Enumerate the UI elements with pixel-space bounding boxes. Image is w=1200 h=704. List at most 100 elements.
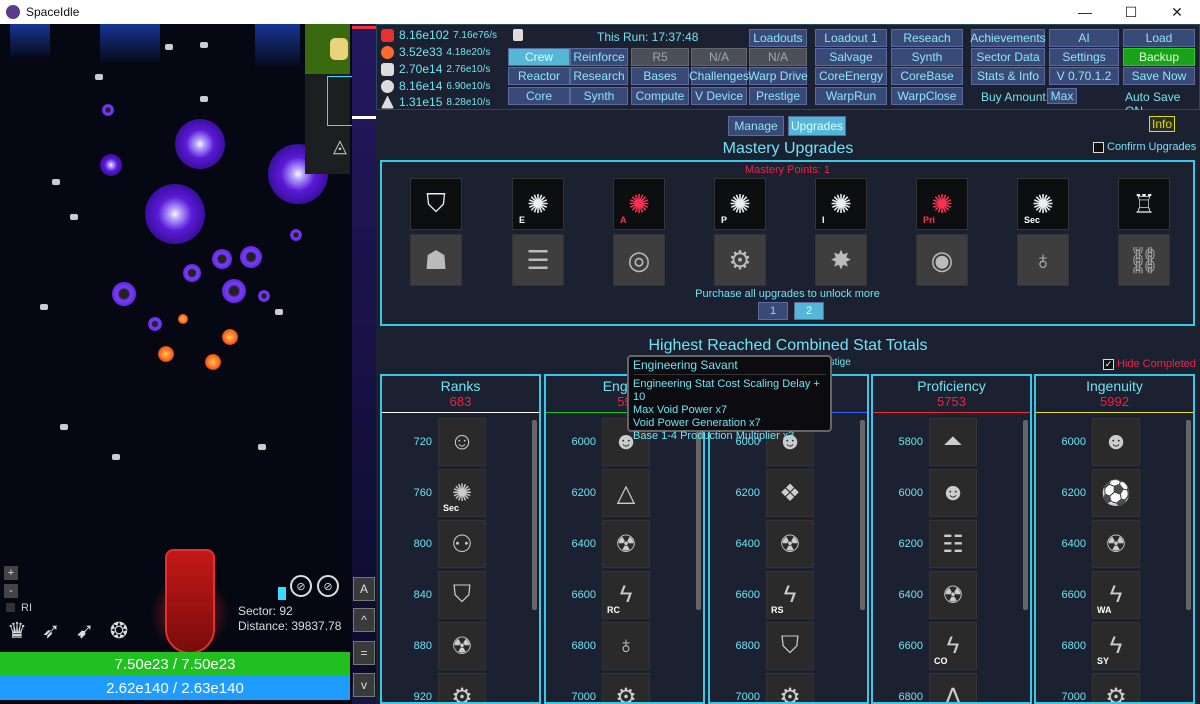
power-brain-icon[interactable]: ✺ P bbox=[714, 178, 766, 230]
core-energy-button[interactable]: CoreEnergy bbox=[815, 67, 887, 85]
vortex-icon[interactable]: ◎ bbox=[613, 234, 665, 286]
r5-button[interactable]: R5 bbox=[631, 48, 689, 66]
attack-brain-icon[interactable]: ✺ A bbox=[613, 178, 665, 230]
crew-button[interactable]: Crew bbox=[508, 48, 570, 66]
intel-brain-icon[interactable]: ✺ I bbox=[815, 178, 867, 230]
pyramid-icon[interactable]: ⏶ bbox=[929, 418, 977, 466]
backup-button[interactable]: Backup bbox=[1123, 48, 1195, 66]
challenges-button[interactable]: Challenges bbox=[689, 67, 749, 85]
close-button[interactable]: ✕ bbox=[1154, 0, 1200, 24]
crown-weapon-icon[interactable]: ♛ bbox=[2, 616, 32, 646]
gear-icon[interactable]: ⚙ bbox=[1092, 673, 1140, 702]
bio-icon[interactable]: ☢ bbox=[1092, 520, 1140, 568]
person-icon[interactable]: ☻ bbox=[929, 469, 977, 517]
auto-button[interactable]: A bbox=[353, 577, 375, 601]
bolt-icon[interactable]: ϟ CO bbox=[929, 622, 977, 670]
chevron-badge-icon[interactable]: ❖ bbox=[766, 469, 814, 517]
rank-badge-icon[interactable]: ⛉ bbox=[766, 622, 814, 670]
selected-slot[interactable] bbox=[327, 76, 352, 126]
research-button[interactable]: Research bbox=[570, 67, 628, 85]
settings-button[interactable]: Settings bbox=[1049, 48, 1119, 66]
warp-close-button[interactable]: WarpClose bbox=[891, 87, 963, 105]
upgrades-tab[interactable]: Upgrades bbox=[788, 116, 846, 136]
rank-badge-icon[interactable]: ⛉ bbox=[410, 178, 462, 230]
triangle-icon[interactable]: ◬ bbox=[333, 136, 351, 156]
scroll-up-button[interactable]: ^ bbox=[353, 608, 375, 632]
bolt-icon[interactable]: ϟ RS bbox=[766, 571, 814, 619]
loadout-1-button[interactable]: Loadout 1 bbox=[815, 29, 887, 47]
page-1-button[interactable]: 1 bbox=[758, 302, 788, 320]
reseach-button[interactable]: Reseach bbox=[891, 29, 963, 47]
no-missile-icon[interactable]: ⊘ bbox=[290, 575, 312, 597]
na-button-1[interactable]: N/A bbox=[691, 48, 747, 66]
stats-info-button[interactable]: Stats & Info bbox=[971, 67, 1045, 85]
satellite-icon[interactable]: ♁ bbox=[602, 622, 650, 670]
spikes-icon[interactable]: ⋀ bbox=[929, 673, 977, 702]
bio-icon[interactable]: ☢ bbox=[438, 622, 486, 670]
warp-drive-button[interactable]: Warp Drive bbox=[748, 67, 808, 85]
crew-group-icon[interactable]: ☗ bbox=[410, 234, 462, 286]
core-button[interactable]: Core bbox=[508, 87, 570, 105]
checkbox-box[interactable] bbox=[1093, 141, 1104, 153]
salvage-button[interactable]: Salvage bbox=[815, 48, 887, 66]
checkbox-box[interactable]: ✓ bbox=[1103, 358, 1114, 370]
maximize-button[interactable]: ☐ bbox=[1108, 0, 1154, 24]
rl-toggle[interactable]: RI bbox=[6, 602, 32, 614]
primary-brain-icon[interactable]: ✺ Pri bbox=[916, 178, 968, 230]
secondary-brain-icon[interactable]: ✺ Sec bbox=[1017, 178, 1069, 230]
ai-button[interactable]: AI bbox=[1049, 29, 1119, 47]
soccer-icon[interactable]: ⚽ bbox=[1092, 469, 1140, 517]
spiral-icon[interactable]: ◉ bbox=[916, 234, 968, 286]
database-icon[interactable]: ☷ bbox=[929, 520, 977, 568]
version-button[interactable]: V 0.70.1.2 bbox=[1049, 67, 1119, 85]
column-scrollbar[interactable] bbox=[1023, 420, 1028, 610]
juggler-icon[interactable]: ☺ bbox=[438, 418, 486, 466]
penrose-icon[interactable]: △ bbox=[602, 469, 650, 517]
gear-icon[interactable]: ⚙ bbox=[602, 673, 650, 702]
game-viewport[interactable]: ◬ + - RI ♛ ➶ ➹ ❂ ⊘ ⊘ Sector: 92 Distance… bbox=[0, 24, 352, 704]
chain-link-icon[interactable]: ⛓ bbox=[1118, 234, 1170, 286]
bio-icon[interactable]: ☢ bbox=[929, 571, 977, 619]
info-button[interactable]: Info bbox=[1149, 116, 1175, 132]
satellite-icon[interactable]: ♁ bbox=[1017, 234, 1069, 286]
loadouts-button[interactable]: Loadouts bbox=[749, 29, 807, 47]
vortex-weapon-icon[interactable]: ❂ bbox=[104, 616, 134, 646]
synth-button[interactable]: Synth bbox=[570, 87, 628, 105]
gear-icon[interactable]: ⚙ bbox=[438, 673, 486, 702]
coin-stack-icon[interactable] bbox=[330, 38, 348, 60]
load-button[interactable]: Load bbox=[1123, 29, 1195, 47]
brain-icon[interactable]: ✺ Sec bbox=[438, 469, 486, 517]
column-scrollbar[interactable] bbox=[860, 420, 865, 610]
no-bomb-icon[interactable]: ⊘ bbox=[317, 575, 339, 597]
na-button-2[interactable]: N/A bbox=[749, 48, 807, 66]
compute-button[interactable]: Compute bbox=[631, 87, 689, 105]
manage-tab[interactable]: Manage bbox=[728, 116, 784, 136]
shatter-icon[interactable]: ✸ bbox=[815, 234, 867, 286]
server-rack-icon[interactable]: ☰ bbox=[512, 234, 564, 286]
org-chart-icon[interactable]: ⚇ bbox=[438, 520, 486, 568]
confirm-upgrades-checkbox[interactable]: Confirm Upgrades bbox=[1093, 141, 1196, 153]
v-device-button[interactable]: V Device bbox=[691, 87, 747, 105]
feather-weapon-icon[interactable]: ➹ bbox=[70, 616, 100, 646]
rl-checkbox[interactable] bbox=[6, 603, 15, 612]
core-base-button[interactable]: CoreBase bbox=[891, 67, 963, 85]
scroll-down-button[interactable]: v bbox=[353, 673, 375, 697]
hide-completed-checkbox[interactable]: ✓ Hide Completed bbox=[1103, 358, 1196, 370]
equal-button[interactable]: = bbox=[353, 641, 375, 665]
bolt-icon[interactable]: ϟ WA bbox=[1092, 571, 1140, 619]
bio-icon[interactable]: ☢ bbox=[766, 520, 814, 568]
column-scrollbar[interactable] bbox=[696, 420, 701, 610]
person-icon[interactable]: ☻ bbox=[1092, 418, 1140, 466]
bolt-icon[interactable]: ϟ SY bbox=[1092, 622, 1140, 670]
bolt-icon[interactable]: ϟ RC bbox=[602, 571, 650, 619]
page-2-button[interactable]: 2 bbox=[794, 302, 824, 320]
rank-badge-icon[interactable]: ⛉ bbox=[438, 571, 486, 619]
minimize-button[interactable]: — bbox=[1062, 0, 1108, 24]
missile-weapon-icon[interactable]: ➶ bbox=[36, 616, 66, 646]
zoom-out-button[interactable]: - bbox=[4, 584, 18, 598]
buy-amount-max-button[interactable]: Max bbox=[1047, 88, 1077, 104]
warp-run-button[interactable]: WarpRun bbox=[815, 87, 887, 105]
prestige-button[interactable]: Prestige bbox=[749, 87, 807, 105]
zoom-in-button[interactable]: + bbox=[4, 566, 18, 580]
synth-shortcut-button[interactable]: Synth bbox=[891, 48, 963, 66]
